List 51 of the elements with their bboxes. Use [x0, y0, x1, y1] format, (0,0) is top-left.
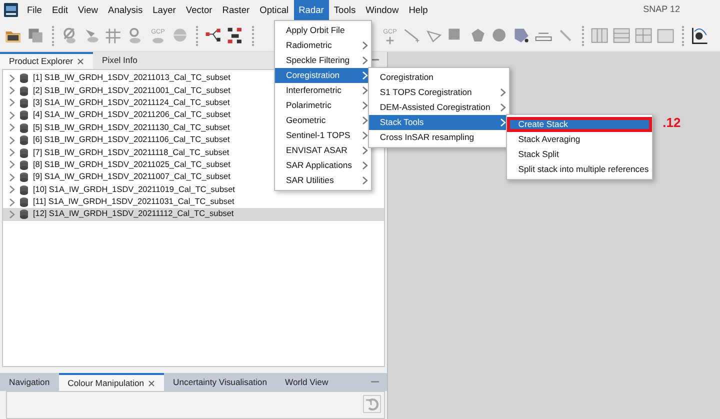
menu-item[interactable]: Speckle Filtering [275, 53, 371, 68]
menu-item[interactable]: Create Stack [507, 117, 652, 132]
tree-row[interactable]: [10] S1A_IW_GRDH_1SDV_20211019_Cal_TC_subset [3, 184, 241, 196]
tree-row[interactable]: [11] S1A_IW_GRDH_1SDV_20211031_Cal_TC_subset [3, 196, 240, 208]
tree-row[interactable]: [4] S1A_IW_GRDH_1SDV_20211206_Cal_TC_subset [3, 109, 236, 122]
menu-item[interactable]: DEM-Assisted Coregistration [368, 100, 510, 115]
menu-item[interactable]: Stack Split [507, 147, 652, 162]
menu-item[interactable]: Coregistration [275, 68, 371, 83]
menu-item[interactable]: Coregistration [368, 70, 510, 85]
tree-row[interactable]: [5] S1B_IW_GRDH_1SDV_20211130_Cal_TC_subset [3, 122, 236, 134]
menu-item[interactable]: Vector [180, 0, 218, 20]
tree-row[interactable]: [2] S1B_IW_GRDH_1SDV_20211001_Cal_TC_subset [3, 84, 236, 97]
tree-row[interactable]: [3] S1A_IW_GRDH_1SDV_20211124_Cal_TC_subset [3, 96, 236, 110]
tree-row[interactable]: [1] S1B_IW_GRDH_1SDV_20211013_Cal_TC_subset [3, 72, 236, 84]
menu-item[interactable]: View [73, 0, 103, 20]
panel-tab[interactable]: Pixel Info [93, 52, 146, 69]
menu-item[interactable]: Radiometric [275, 38, 371, 53]
menu-item[interactable]: S1 TOPS Coregistration [368, 85, 510, 100]
menu-item[interactable]: Sentinel-1 TOPS [275, 128, 371, 143]
menu-item[interactable]: Stack Averaging [507, 132, 652, 147]
menu-item[interactable]: SAR Utilities [275, 173, 371, 188]
menu-item[interactable]: Raster [217, 0, 255, 20]
menu-item[interactable]: Tools [328, 0, 361, 20]
menu-item[interactable]: Radar [294, 0, 329, 20]
menu-item[interactable]: Polarimetric [275, 98, 371, 113]
panel-tab[interactable]: Product Explorer [0, 52, 94, 69]
panel-tab[interactable]: World View [276, 373, 338, 391]
tree-row[interactable]: [8] S1B_IW_GRDH_1SDV_20211025_Cal_TC_subset [3, 158, 236, 172]
annotation-label: .12 [662, 114, 681, 132]
menu-item[interactable]: Split stack into multiple references [507, 162, 652, 177]
menu-item[interactable]: Cross InSAR resampling [368, 130, 510, 145]
menu-item[interactable]: Window [360, 0, 404, 20]
menu-item[interactable]: Edit [46, 0, 74, 20]
menu-item[interactable]: Analysis [103, 0, 148, 20]
tree-row[interactable]: [9] S1A_IW_GRDH_1SDV_20211007_Cal_TC_subset [3, 171, 236, 184]
menu-item[interactable]: Geometric [275, 113, 371, 128]
menu-item[interactable]: Help [404, 0, 433, 20]
panel-tab[interactable]: Navigation [0, 373, 59, 391]
menu-item[interactable]: Apply Orbit File [275, 23, 371, 38]
menu-item[interactable]: File [22, 0, 47, 20]
panel-tab[interactable]: Colour Manipulation [58, 373, 164, 391]
tree-row[interactable]: [6] S1B_IW_GRDH_1SDV_20211106_Cal_TC_subset [3, 134, 236, 146]
tree-row[interactable]: [12] S1A_IW_GRDH_1SDV_20211112_Cal_TC_subset [3, 208, 384, 221]
menu-item[interactable]: Interferometric [275, 83, 371, 98]
tree-row[interactable]: [7] S1B_IW_GRDH_1SDV_20211118_Cal_TC_subset [3, 146, 236, 159]
menu-item[interactable]: SAR Applications [275, 158, 371, 173]
menu-item[interactable]: Optical [254, 0, 294, 20]
menu-item[interactable]: ENVISAT ASAR [275, 143, 371, 158]
window-title: SNAP 12 [643, 3, 680, 16]
panel-tab[interactable]: Uncertainty Visualisation [164, 373, 276, 391]
menu-item[interactable]: Layer [148, 0, 181, 20]
